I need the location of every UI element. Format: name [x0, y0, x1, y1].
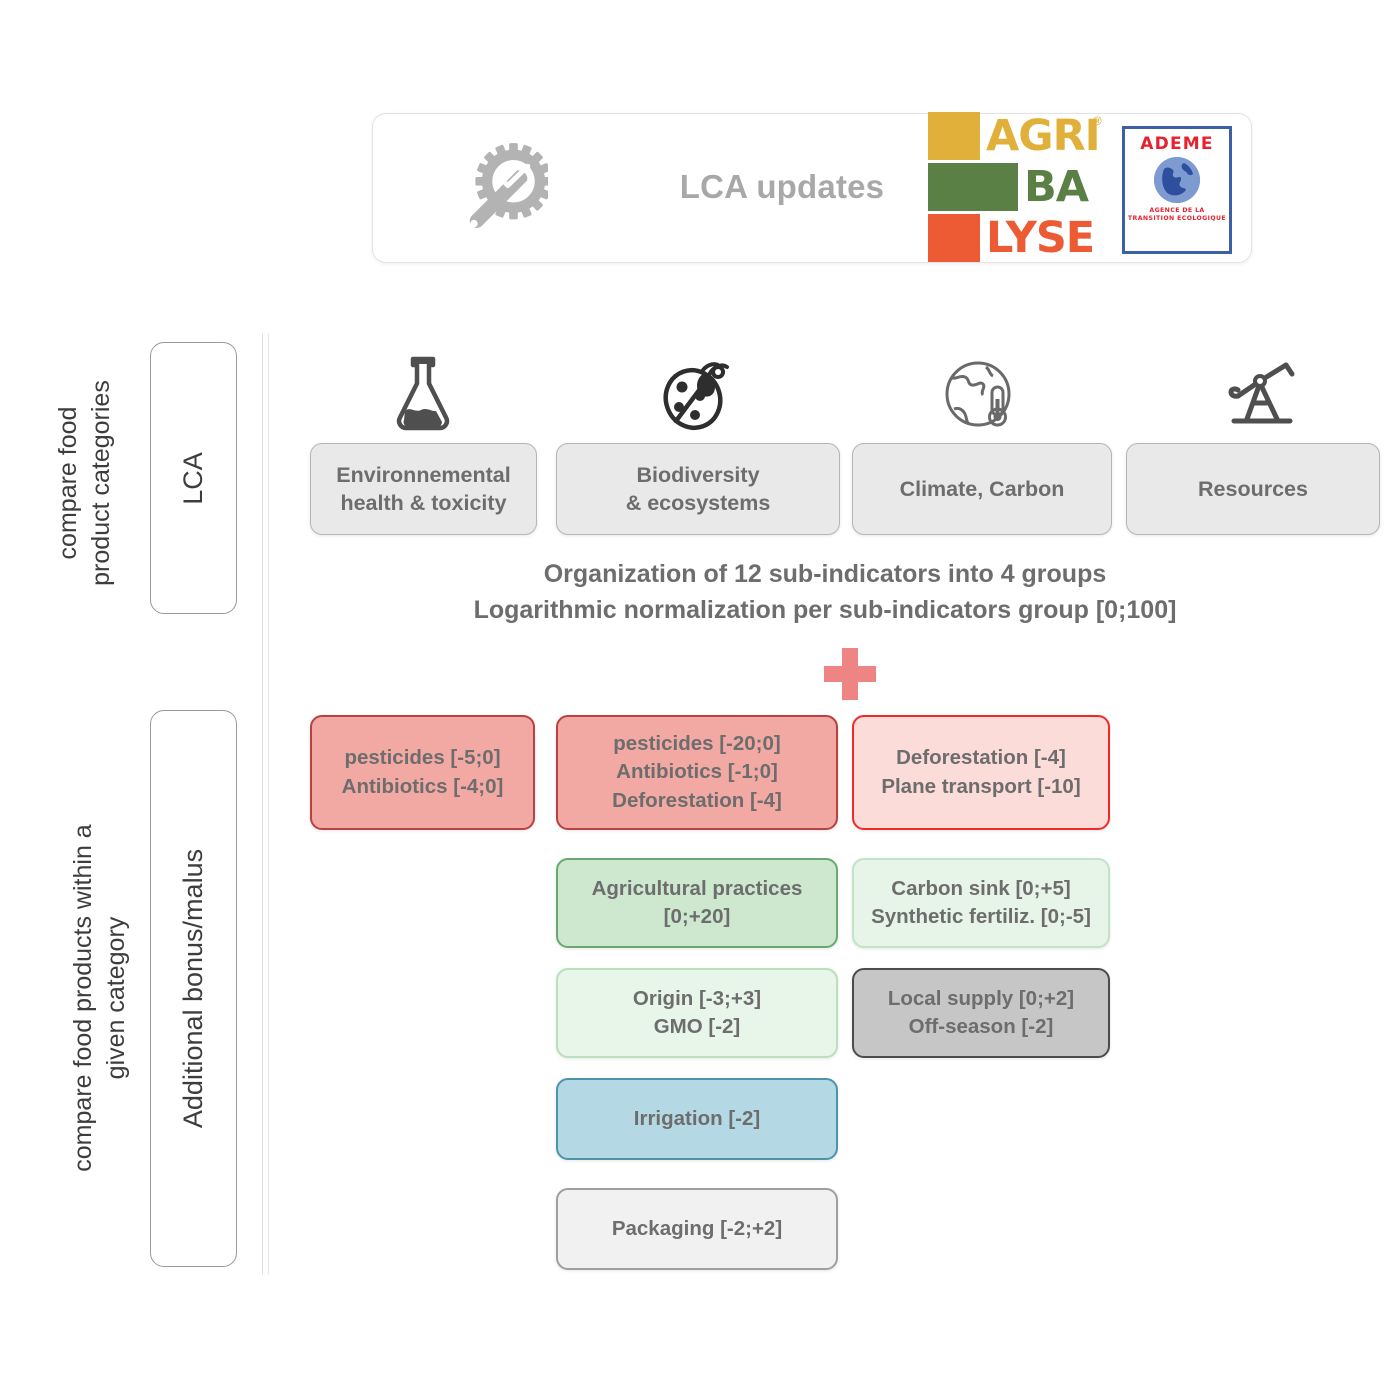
- bm-box-climate-green[interactable]: Carbon sink [0;+5] Synthetic fertiliz. […: [852, 858, 1110, 948]
- left-label-bottom: compare food products within a given cat…: [69, 824, 130, 1172]
- agri-square-green: [928, 163, 1018, 211]
- bm-box-irrigation[interactable]: Irrigation [-2]: [556, 1078, 838, 1160]
- organization-note: Organization of 12 sub-indicators into 4…: [473, 560, 1177, 625]
- agri-square-orange: [928, 214, 980, 262]
- diagram-canvas: LCA updates AGRI ® BA LYSE ADEME AGENCE …: [0, 0, 1400, 1400]
- header-content: LCA updates: [372, 113, 1250, 261]
- agribalyse-line2: BA: [1024, 161, 1089, 212]
- header-title: LCA updates: [679, 168, 885, 206]
- band-lca-label: LCA: [178, 451, 208, 505]
- gear-wrench-icon: [372, 141, 632, 233]
- bm-box-climate-red[interactable]: Deforestation [-4] Plane transport [-10]: [852, 715, 1110, 830]
- agribalyse-logo: AGRI ® BA LYSE: [928, 110, 1102, 264]
- band-bonus-malus-label: Additional bonus/malus: [178, 848, 208, 1129]
- plus-icon: [820, 644, 880, 704]
- agri-square-yellow: [928, 112, 980, 160]
- bm-box-env-health-red[interactable]: pesticides [-5;0] Antibiotics [-4;0]: [310, 715, 535, 830]
- band-lca: LCA: [150, 342, 237, 614]
- vertical-divider-left: [262, 334, 263, 1274]
- bm-box-biodiversity-red[interactable]: pesticides [-20;0] Antibiotics [-1;0] De…: [556, 715, 838, 830]
- vertical-divider-right: [268, 334, 269, 1274]
- cat-box-climate-carbon[interactable]: Climate, Carbon: [852, 443, 1112, 535]
- cat-box-environmental-health[interactable]: Environnemental health & toxicity: [310, 443, 537, 535]
- bm-box-packaging[interactable]: Packaging [-2;+2]: [556, 1188, 838, 1270]
- oil-pump-icon: [1218, 355, 1304, 433]
- globe-thermometer-icon: [940, 355, 1024, 433]
- bm-box-biodiversity-origin[interactable]: Origin [-3;+3] GMO [-2]: [556, 968, 838, 1058]
- agribalyse-line1: AGRI: [986, 110, 1101, 161]
- cat-box-resources[interactable]: Resources: [1126, 443, 1380, 535]
- agribalyse-line3: LYSE: [986, 212, 1095, 263]
- band-bonus-malus: Additional bonus/malus: [150, 710, 237, 1267]
- cat-box-biodiversity[interactable]: Biodiversity & ecosystems: [556, 443, 840, 535]
- ademe-globe-icon: [1154, 157, 1200, 203]
- registered-mark: ®: [1092, 114, 1102, 128]
- left-label-top: compare food product categories: [54, 380, 115, 586]
- bm-box-biodiversity-green[interactable]: Agricultural practices [0;+20]: [556, 858, 838, 948]
- flask-icon: [383, 355, 463, 433]
- ademe-title: ADEME: [1140, 134, 1214, 154]
- ademe-subtitle: AGENCE DE LA TRANSITION ECOLOGIQUE: [1127, 207, 1227, 223]
- ladybug-icon: [655, 355, 741, 433]
- bm-box-resources-grey[interactable]: Local supply [0;+2] Off-season [-2]: [852, 968, 1110, 1058]
- ademe-logo: ADEME AGENCE DE LA TRANSITION ECOLOGIQUE: [1122, 126, 1232, 254]
